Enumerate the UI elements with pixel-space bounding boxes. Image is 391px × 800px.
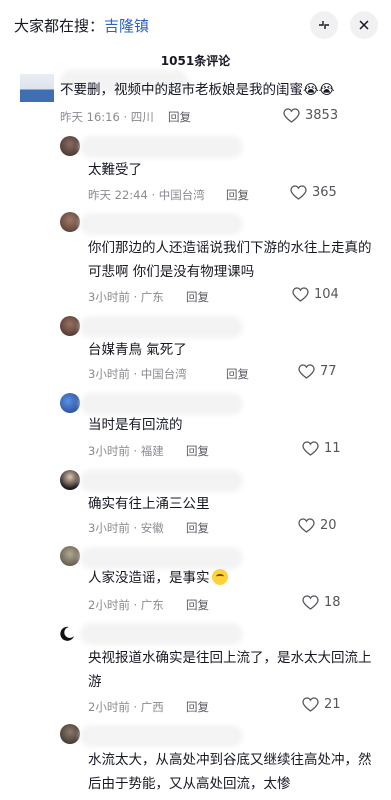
comment-text[interactable]: 当时是有回流的	[88, 413, 378, 437]
username-blurred	[84, 397, 239, 411]
like-count: 11	[324, 441, 341, 456]
comment-text[interactable]: 确实有往上涌三公里	[88, 492, 378, 516]
search-suggestion[interactable]: 大家都在搜：吉隆镇	[14, 15, 149, 36]
username-blurred	[84, 551, 239, 565]
heart-outline-icon	[302, 441, 319, 456]
username-blurred	[84, 140, 239, 154]
laughing-emoji-icon	[211, 569, 228, 585]
heart-outline-icon	[290, 185, 307, 200]
like-count: 3853	[305, 108, 339, 123]
comment-meta: 2小时前 · 广东	[88, 598, 164, 612]
reply-button[interactable]: 回复	[168, 109, 191, 125]
comment-meta: 3小时前 · 福建	[88, 444, 164, 458]
avatar[interactable]	[60, 316, 80, 336]
comment-text[interactable]: 台媒青鳥 氣死了	[88, 338, 378, 362]
collapse-button[interactable]	[310, 11, 338, 39]
heart-outline-icon	[302, 595, 319, 610]
like-count: 365	[312, 185, 337, 200]
avatar[interactable]	[60, 212, 80, 232]
like-button[interactable]: 20	[298, 518, 337, 533]
comment-meta: 昨天 16:16 · 四川	[60, 110, 154, 124]
reply-button[interactable]: 回复	[186, 443, 209, 459]
avatar[interactable]	[60, 393, 80, 413]
like-button[interactable]: 18	[302, 595, 341, 610]
avatar[interactable]	[60, 546, 80, 566]
like-count: 18	[324, 595, 341, 610]
avatar[interactable]	[20, 74, 54, 102]
reply-button[interactable]: 回复	[186, 289, 209, 305]
avatar[interactable]	[60, 470, 80, 490]
like-button[interactable]: 77	[298, 364, 337, 379]
avatar[interactable]	[58, 625, 76, 643]
like-button[interactable]: 11	[302, 441, 341, 456]
search-term-link[interactable]: 吉隆镇	[104, 17, 149, 35]
comment-meta: 3小时前 · 广东	[88, 290, 164, 304]
heart-outline-icon	[302, 697, 319, 712]
comment-text[interactable]: 水流太大，从高处冲到谷底又继续往高处冲，然后由于势能，又从高处回流，太惨	[88, 748, 378, 796]
comment-meta: 昨天 22:44 · 中国台湾	[88, 188, 205, 202]
comment-meta: 2小时前 · 广西	[88, 700, 164, 714]
like-button[interactable]: 21	[302, 697, 341, 712]
comment-text[interactable]: 太難受了	[88, 158, 378, 182]
heart-outline-icon	[298, 518, 315, 533]
like-button[interactable]: 3853	[283, 108, 338, 123]
like-count: 20	[320, 518, 337, 533]
username-blurred	[84, 729, 239, 743]
reply-button[interactable]: 回复	[186, 699, 209, 715]
heart-outline-icon	[292, 287, 309, 302]
username-blurred	[84, 320, 239, 334]
reply-button[interactable]: 回复	[226, 366, 249, 382]
comment-meta: 3小时前 · 中国台湾	[88, 367, 187, 381]
avatar[interactable]	[60, 724, 80, 744]
like-count: 77	[320, 364, 337, 379]
comment-meta: 3小时前 · 安徽	[88, 521, 164, 535]
like-button[interactable]: 104	[292, 287, 339, 302]
avatar[interactable]	[60, 136, 80, 156]
reply-button[interactable]: 回复	[186, 597, 209, 613]
search-suggestion-bar[interactable]: 大家都在搜：吉隆镇	[0, 0, 391, 46]
heart-outline-icon	[283, 108, 300, 123]
username-blurred	[84, 627, 239, 641]
username-blurred	[84, 217, 239, 231]
reply-button[interactable]: 回复	[226, 187, 249, 203]
comment-text[interactable]: 你们那边的人还造谣说我们下游的水往上走真的可悲啊 你们是没有物理课吗	[88, 236, 378, 284]
comment-count-title: 1051条评论	[160, 54, 231, 68]
comment-text[interactable]: 不要删，视频中的超市老板娘是我的闺蜜😭😭	[60, 78, 380, 102]
username-blurred	[84, 474, 239, 488]
reply-button[interactable]: 回复	[186, 520, 209, 536]
close-button[interactable]	[350, 11, 378, 39]
search-prefix: 大家都在搜：	[14, 17, 105, 35]
like-count: 21	[324, 697, 341, 712]
comment-text[interactable]: 央视报道水确实是往回上流了，是水太大回流上游	[88, 646, 378, 694]
like-button[interactable]: 365	[290, 185, 337, 200]
heart-outline-icon	[298, 364, 315, 379]
collapse-arrows-icon	[317, 18, 331, 32]
comment-text[interactable]: 人家没造谣，是事实	[88, 566, 378, 590]
close-icon	[358, 19, 370, 31]
like-count: 104	[314, 287, 339, 302]
